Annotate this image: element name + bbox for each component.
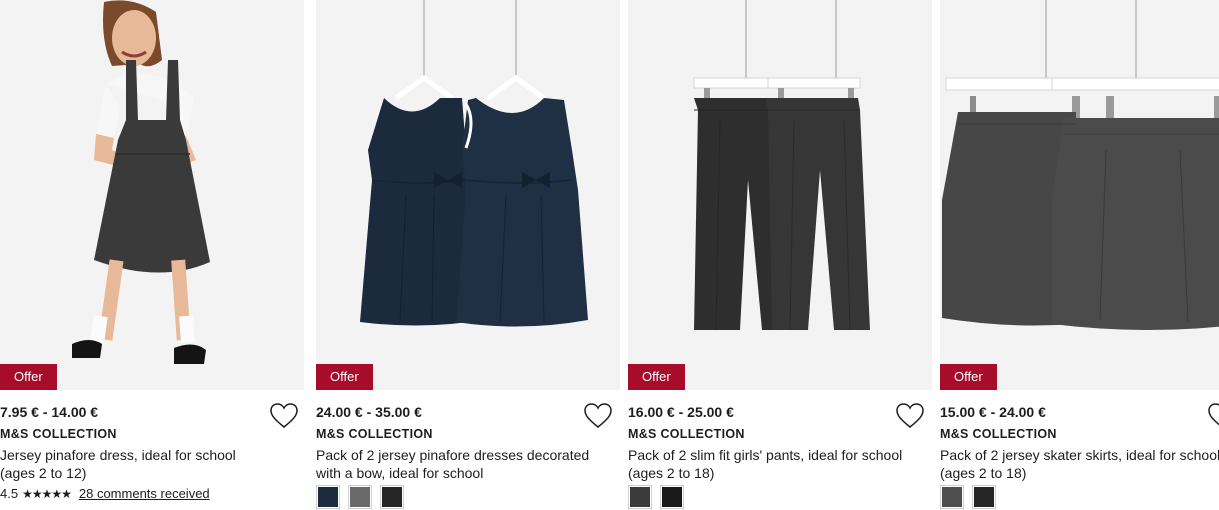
offer-badge: Offer xyxy=(0,364,57,390)
color-swatch[interactable] xyxy=(380,485,404,509)
product-brand: M&S COLLECTION xyxy=(0,427,117,441)
comments-link[interactable]: 28 comments received xyxy=(79,486,210,501)
product-brand: M&S COLLECTION xyxy=(628,427,745,441)
swatch-color xyxy=(350,487,370,507)
swatch-color xyxy=(662,487,682,507)
product-image[interactable]: Offer xyxy=(628,0,932,390)
color-swatch[interactable] xyxy=(316,485,340,509)
offer-badge: Offer xyxy=(316,364,373,390)
product-title-link[interactable]: Pack of 2 jersey pinafore dresses decora… xyxy=(316,447,589,481)
swatch-color xyxy=(630,487,650,507)
product-title-link[interactable]: Pack of 2 slim fit girls' pants, ideal f… xyxy=(628,447,902,481)
product-image[interactable]: Offer xyxy=(316,0,620,390)
offer-badge: Offer xyxy=(940,364,997,390)
product-card[interactable]: Offer 24.00 € - 35.00 € M&S COLLECTION P… xyxy=(316,0,620,510)
heart-icon[interactable] xyxy=(270,403,298,429)
color-swatch[interactable] xyxy=(940,485,964,509)
color-swatch[interactable] xyxy=(628,485,652,509)
product-card[interactable]: Offer 15.00 € - 24.00 € M&S COLLECTION P… xyxy=(940,0,1219,510)
color-swatches xyxy=(628,485,684,509)
rating-score: 4.5 xyxy=(0,486,19,501)
product-title[interactable]: Pack of 2 jersey pinafore dresses decora… xyxy=(316,446,611,482)
product-title-link[interactable]: Jersey pinafore dress, ideal for school … xyxy=(0,447,236,481)
rating-stars: ★★★★★ xyxy=(22,486,72,501)
product-title[interactable]: Jersey pinafore dress, ideal for school … xyxy=(0,446,270,482)
product-card[interactable]: Offer 16.00 € - 25.00 € M&S COLLECTION P… xyxy=(628,0,932,510)
product-price: 24.00 € - 35.00 € xyxy=(316,404,422,420)
color-swatch[interactable] xyxy=(348,485,372,509)
swatch-color xyxy=(382,487,402,507)
product-title-link[interactable]: Pack of 2 jersey skater skirts, ideal fo… xyxy=(940,447,1219,481)
product-price: 15.00 € - 24.00 € xyxy=(940,404,1046,420)
rating: 4.5 ★★★★★ 28 comments received xyxy=(0,486,210,501)
heart-icon[interactable] xyxy=(1208,403,1219,429)
color-swatches xyxy=(316,485,404,509)
offer-badge: Offer xyxy=(628,364,685,390)
product-card[interactable]: Offer 7.95 € - 14.00 € M&S COLLECTION Je… xyxy=(0,0,304,510)
product-brand: M&S COLLECTION xyxy=(316,427,433,441)
swatch-color xyxy=(974,487,994,507)
heart-icon[interactable] xyxy=(896,403,924,429)
product-image[interactable]: Offer xyxy=(0,0,304,390)
product-title[interactable]: Pack of 2 jersey skater skirts, ideal fo… xyxy=(940,446,1219,482)
swatch-color xyxy=(318,487,338,507)
product-price: 7.95 € - 14.00 € xyxy=(0,404,99,420)
product-brand: M&S COLLECTION xyxy=(940,427,1057,441)
product-title[interactable]: Pack of 2 slim fit girls' pants, ideal f… xyxy=(628,446,923,482)
color-swatches xyxy=(940,485,996,509)
product-price: 16.00 € - 25.00 € xyxy=(628,404,734,420)
swatch-color xyxy=(942,487,962,507)
heart-icon[interactable] xyxy=(584,403,612,429)
product-image[interactable]: Offer xyxy=(940,0,1219,390)
color-swatch[interactable] xyxy=(972,485,996,509)
color-swatch[interactable] xyxy=(660,485,684,509)
